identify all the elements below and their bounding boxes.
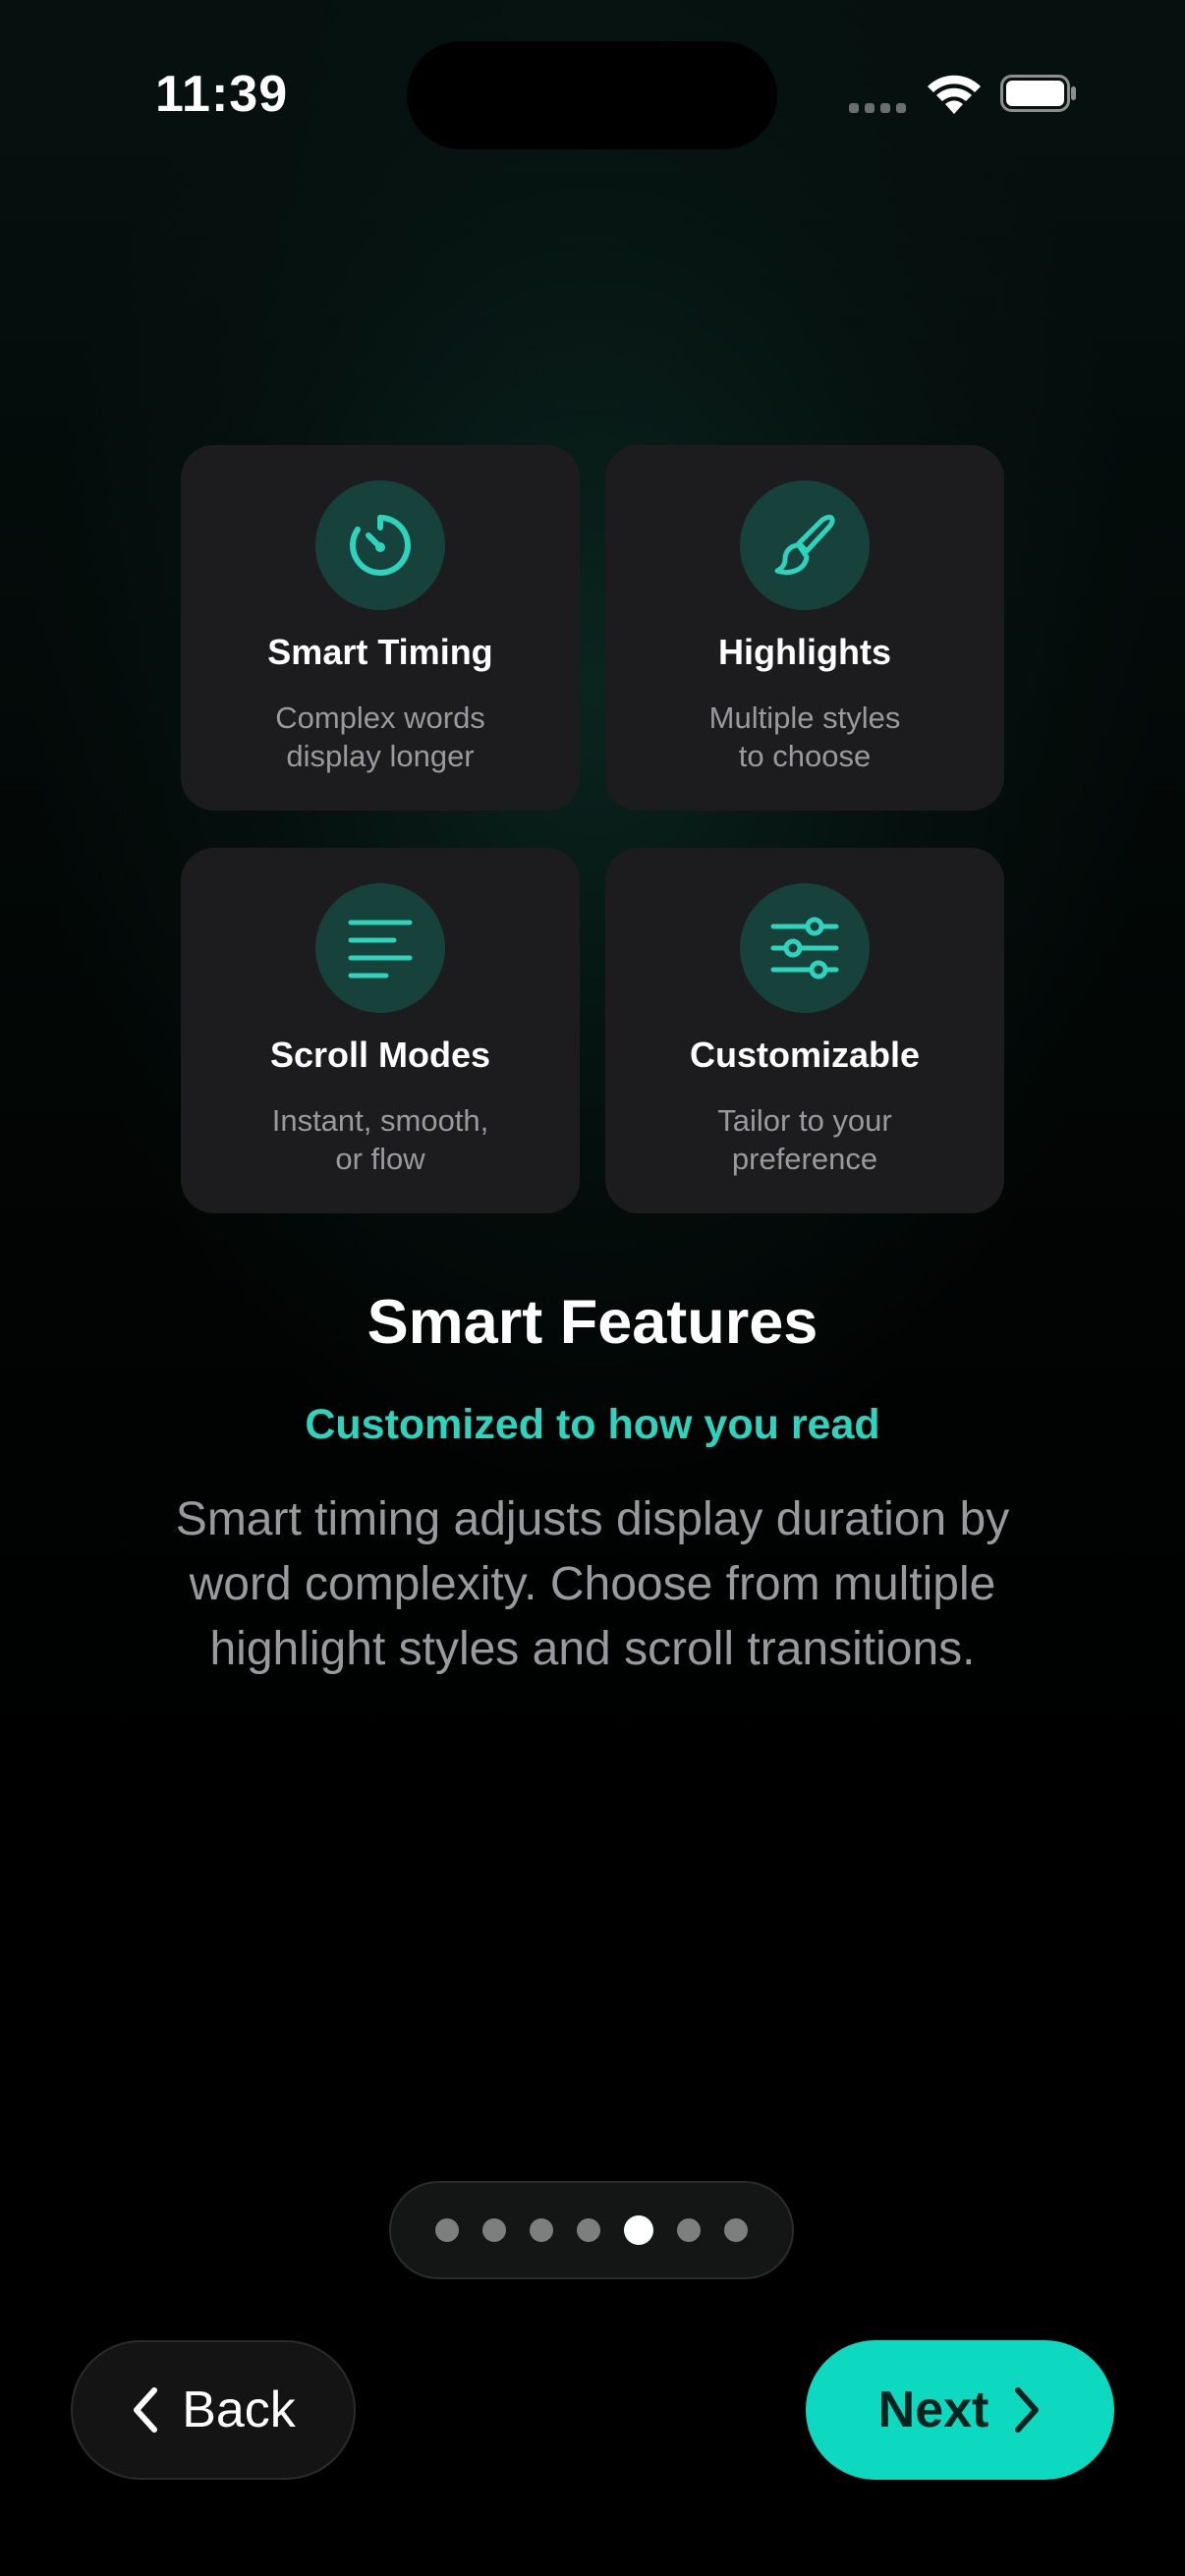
page-description: Smart timing adjusts display duration by…	[175, 1493, 1010, 1675]
feature-description: Complex words display longer	[275, 700, 485, 773]
paintbrush-icon	[740, 480, 870, 610]
feature-description: Tailor to your preference	[717, 1103, 892, 1176]
page-dot[interactable]	[530, 2218, 553, 2242]
page-dot[interactable]	[482, 2218, 506, 2242]
timer-icon	[315, 480, 445, 610]
page-dot[interactable]	[577, 2218, 600, 2242]
dynamic-island	[407, 41, 777, 149]
cellular-signal-icon	[849, 103, 906, 113]
back-button[interactable]: Back	[71, 2340, 356, 2480]
page-dot-active[interactable]	[624, 2215, 653, 2245]
page-subtitle: Customized to how you read	[305, 1401, 880, 1448]
battery-icon	[1000, 75, 1076, 112]
feature-card-smart-timing: Smart Timing Complex words display longe…	[181, 445, 580, 811]
chevron-left-icon	[134, 2387, 158, 2433]
page-indicator[interactable]	[389, 2181, 794, 2279]
next-button-label: Next	[877, 2381, 989, 2438]
page-dot[interactable]	[435, 2218, 459, 2242]
feature-title: Scroll Modes	[269, 1035, 491, 1075]
page-dot[interactable]	[677, 2218, 701, 2242]
page-dot[interactable]	[724, 2218, 748, 2242]
feature-card-customizable: Customizable Tailor to your preference	[605, 848, 1004, 1213]
feature-card-highlights: Highlights Multiple styles to choose	[605, 445, 1004, 811]
feature-description: Multiple styles to choose	[708, 700, 901, 773]
chevron-right-icon	[1015, 2387, 1040, 2433]
feature-grid: Smart Timing Complex words display longe…	[181, 445, 1004, 1213]
feature-card-scroll-modes: Scroll Modes Instant, smooth, or flow	[181, 848, 580, 1213]
wifi-icon	[928, 75, 981, 114]
sliders-icon	[740, 883, 870, 1013]
feature-description: Instant, smooth, or flow	[271, 1103, 489, 1176]
feature-title: Highlights	[718, 632, 891, 672]
page-title: Smart Features	[367, 1288, 818, 1357]
feature-title: Smart Timing	[267, 632, 493, 672]
onboarding-screen: 11:39 Smart Timing Complex words display…	[0, 0, 1185, 2576]
feature-title: Customizable	[689, 1035, 921, 1075]
back-button-label: Back	[182, 2381, 296, 2438]
text-lines-icon	[315, 883, 445, 1013]
status-time: 11:39	[155, 66, 289, 123]
next-button[interactable]: Next	[806, 2340, 1114, 2480]
